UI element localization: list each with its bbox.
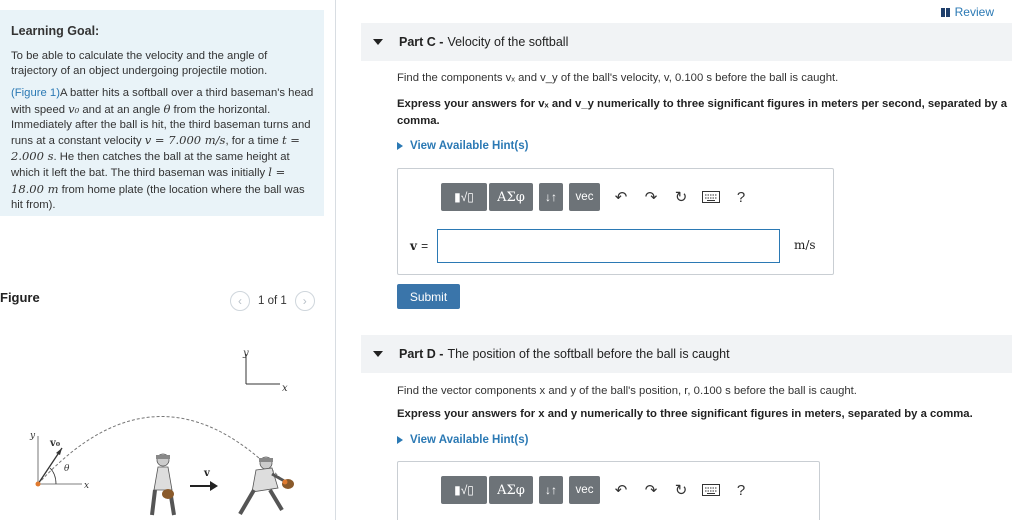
- reset-icon[interactable]: ↻: [666, 476, 696, 504]
- keyboard-icon[interactable]: [696, 183, 726, 211]
- redo-icon[interactable]: ↷: [636, 183, 666, 211]
- problem-text: and at an angle: [79, 103, 164, 116]
- keyboard-glyph: [702, 484, 720, 496]
- part-d-title: The position of the softball before the …: [447, 347, 730, 361]
- hint-label: View Available Hint(s): [410, 140, 529, 152]
- redo-icon[interactable]: ↷: [636, 476, 666, 504]
- part-c-hint-link[interactable]: View Available Hint(s): [397, 140, 528, 152]
- keyboard-glyph: [702, 191, 720, 203]
- help-icon[interactable]: ?: [726, 183, 756, 211]
- axis-y-label: y: [242, 348, 249, 359]
- launch-y-label: y: [29, 431, 36, 441]
- help-icon[interactable]: ?: [726, 476, 756, 504]
- third-baseman-start: [150, 453, 176, 516]
- theta-label: θ: [64, 464, 70, 474]
- hint-caret-icon: [397, 142, 403, 150]
- part-d-hint-link[interactable]: View Available Hint(s): [397, 434, 528, 446]
- subscript-superscript-button[interactable]: ↓↑: [539, 183, 563, 211]
- prev-figure-button[interactable]: ‹: [230, 291, 250, 311]
- answer-symbol: v: [410, 239, 417, 253]
- figure-link[interactable]: (Figure 1): [11, 87, 60, 99]
- hint-caret-icon: [397, 436, 403, 444]
- review-icon: [940, 7, 950, 17]
- part-d-answer-box: ▮√▯ ΑΣφ ↓↑ vec ↶ ↷ ↻ ?: [397, 461, 820, 520]
- math-toolbar: ▮√▯ ΑΣφ ↓↑ vec ↶ ↷ ↻ ?: [441, 476, 756, 504]
- third-baseman-catch: [238, 456, 294, 516]
- part-c-title: Velocity of the softball: [447, 35, 569, 49]
- part-d-question: Find the vector components x and y of th…: [397, 385, 857, 397]
- vector-button[interactable]: vec: [569, 183, 600, 211]
- problem-statement: (Figure 1)A batter hits a softball over …: [11, 86, 314, 213]
- answer-label: v =: [410, 239, 428, 253]
- velocity-label: v: [203, 468, 211, 479]
- problem-text: , for a time: [225, 135, 282, 148]
- learning-goal-title: Learning Goal:: [11, 24, 100, 38]
- greek-symbols-button[interactable]: ΑΣφ: [489, 476, 533, 504]
- collapse-caret-icon[interactable]: [373, 39, 383, 45]
- v0-label: v₀: [49, 438, 61, 449]
- greek-symbols-button[interactable]: ΑΣφ: [489, 183, 533, 211]
- ball-start: [35, 481, 41, 487]
- templates-button[interactable]: ▮√▯: [441, 183, 487, 211]
- part-d-name: Part D -: [399, 347, 444, 361]
- part-c-question: Find the components vₓ and v_y of the ba…: [397, 72, 839, 84]
- submit-button[interactable]: Submit: [397, 284, 460, 309]
- figure-page-indicator: 1 of 1: [258, 295, 287, 307]
- review-link[interactable]: Review: [940, 5, 994, 19]
- part-d-instruction: Express your answers for x and y numeric…: [397, 408, 973, 420]
- part-c-instruction: Express your answers for vₓ and v_y nume…: [397, 98, 1007, 127]
- subscript-superscript-button[interactable]: ↓↑: [539, 476, 563, 504]
- keyboard-icon[interactable]: [696, 476, 726, 504]
- templates-button[interactable]: ▮√▯: [441, 476, 487, 504]
- velocity-answer-input[interactable]: [437, 229, 780, 263]
- next-figure-button[interactable]: ›: [294, 291, 315, 311]
- collapse-caret-icon[interactable]: [373, 351, 383, 357]
- angle-arc: [49, 467, 57, 485]
- answer-unit: m/s: [794, 238, 816, 252]
- part-d-header[interactable]: Part D - The position of the softball be…: [361, 335, 1012, 373]
- part-c-header[interactable]: Part C - Velocity of the softball: [361, 23, 1012, 61]
- undo-icon[interactable]: ↶: [606, 476, 636, 504]
- math-toolbar: ▮√▯ ΑΣφ ↓↑ vec ↶ ↷ ↻ ?: [441, 183, 756, 211]
- velocity-value: v = 7.000 m/s: [144, 133, 226, 148]
- hint-label: View Available Hint(s): [410, 434, 529, 446]
- launch-x-label: x: [84, 481, 89, 491]
- v0-symbol: v₀: [68, 101, 80, 116]
- figure-label: Figure: [0, 290, 40, 305]
- undo-icon[interactable]: ↶: [606, 183, 636, 211]
- vector-button[interactable]: vec: [569, 476, 600, 504]
- part-c-answer-box: ▮√▯ ΑΣφ ↓↑ vec ↶ ↷ ↻ ? v = m/s: [397, 168, 834, 275]
- answer-equals: =: [421, 239, 429, 253]
- part-c-name: Part C -: [399, 35, 444, 49]
- reset-icon[interactable]: ↻: [666, 183, 696, 211]
- axis-x-label: x: [282, 383, 288, 394]
- problem-text: . He then catches the ball at the same h…: [11, 151, 290, 180]
- left-panel: Learning Goal: To be able to calculate t…: [0, 0, 336, 520]
- projectile-figure: y x y x v₀ θ v: [29, 348, 294, 516]
- learning-goal-box: Learning Goal: To be able to calculate t…: [0, 10, 324, 216]
- figure-pager: ‹ 1 of 1 ›: [230, 291, 315, 311]
- learning-goal-text: To be able to calculate the velocity and…: [11, 50, 268, 78]
- review-label: Review: [954, 5, 994, 19]
- v0-arrowhead: [56, 448, 62, 455]
- velocity-arrowhead: [210, 481, 218, 491]
